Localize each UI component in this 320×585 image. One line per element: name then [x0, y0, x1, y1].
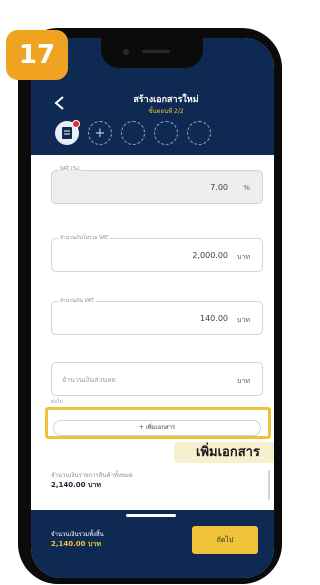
step-document[interactable] [55, 120, 80, 145]
speaker-grille [142, 50, 170, 53]
page-title: สร้างเอกสารใหม่ [133, 95, 199, 105]
field-unit: % [243, 184, 250, 192]
drag-handle[interactable] [126, 514, 176, 517]
field-value: 2,000.00 [192, 251, 228, 260]
field-unit: บาท [237, 377, 250, 385]
next-button[interactable]: ถัดไป [192, 526, 258, 554]
field-value: 140.00 [200, 314, 228, 323]
camera-icon [123, 49, 129, 55]
field-unit: บาท [237, 253, 250, 261]
grand-total-value: 2,140.00 บาท [51, 540, 101, 548]
scrollbar[interactable] [268, 470, 270, 500]
total-products-value: 2,140.00 บาท [51, 481, 101, 489]
tutorial-callout: เพิ่มเอกสาร [174, 442, 274, 463]
note-text: ต่อไป [51, 399, 63, 405]
amount-before-vat-field[interactable]: จำนวนเงินไม่รวม VAT 2,000.00 บาท [51, 234, 263, 272]
vat-percent-field: VAT (%) 7.00 % [51, 166, 263, 204]
field-label: จำนวนเงินไม่รวม VAT [58, 234, 111, 242]
field-label: จำนวนเงิน VAT [58, 297, 96, 305]
discount-field[interactable]: จำนวนเงินส่วนลด บาท [51, 362, 263, 396]
step-indicator-text: ขั้นตอนที่ 2/2 [148, 108, 184, 115]
app-screen: สร้างเอกสารใหม่ ขั้นตอนที่ 2/2 + VAT (%)… [31, 38, 274, 578]
field-label: VAT (%) [58, 166, 82, 172]
notification-dot [72, 120, 80, 128]
grand-total-label: จำนวนเงินรวมทั้งสิ้น [51, 531, 104, 538]
step-tracker: + [55, 120, 211, 146]
tutorial-highlight [45, 407, 271, 439]
phone-notch [101, 38, 203, 68]
step-add[interactable]: + [88, 121, 112, 145]
field-value: 7.00 [210, 183, 228, 192]
document-icon [62, 127, 72, 139]
field-unit: บาท [237, 316, 250, 324]
step-empty [187, 121, 211, 145]
tutorial-step-badge: 17 [6, 30, 68, 80]
field-placeholder: จำนวนเงินส่วนลด [62, 376, 116, 384]
step-empty [154, 121, 178, 145]
vat-amount-field[interactable]: จำนวนเงิน VAT 140.00 บาท [51, 297, 263, 335]
total-products-label: จำนวนเงินรายการสินค้าทั้งหมด [51, 472, 133, 479]
step-empty [121, 121, 145, 145]
back-arrow-icon[interactable] [51, 94, 69, 112]
